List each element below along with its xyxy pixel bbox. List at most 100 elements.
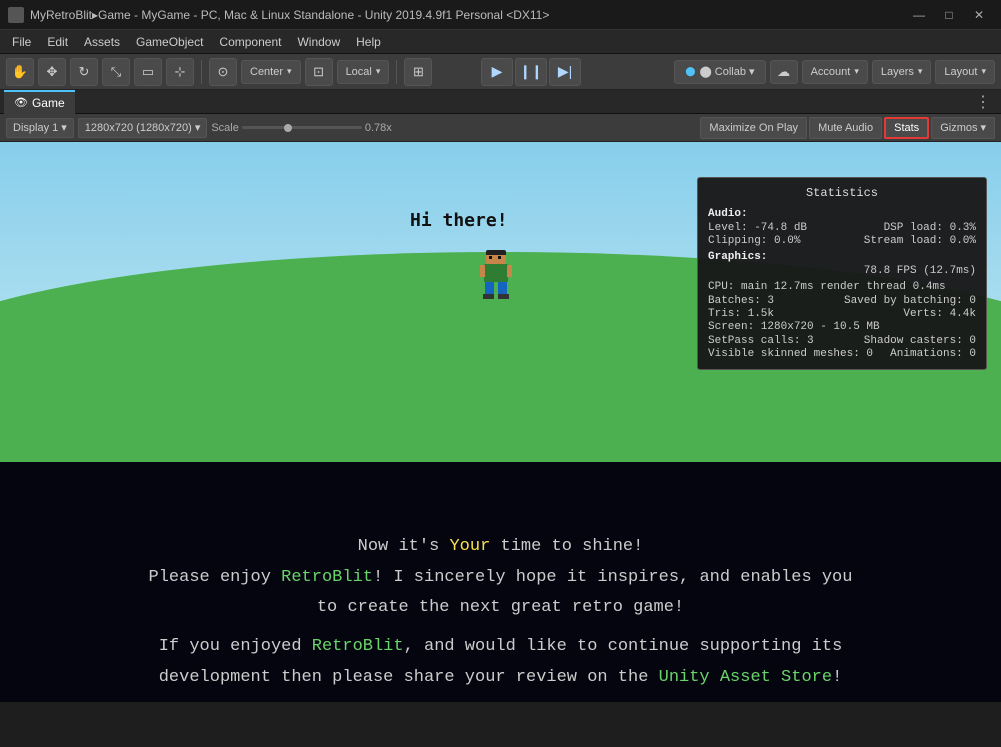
- audio-level-row: Level: -74.8 dB DSP load: 0.3%: [708, 222, 976, 234]
- separator-1: [201, 60, 202, 84]
- layout-arrow: ▾: [981, 66, 986, 77]
- collab-button[interactable]: ⬤ ⬤ Collab ▾: [674, 60, 765, 84]
- gizmos-dropdown[interactable]: Gizmos ▾: [931, 117, 995, 139]
- layout-label: Layout: [944, 66, 977, 78]
- display-dropdown[interactable]: Display 1 ▾: [6, 118, 74, 138]
- game-toolbar: Display 1 ▾ 1280x720 (1280x720) ▾ Scale …: [0, 114, 1001, 142]
- display-selector: Display 1 ▾: [6, 118, 74, 138]
- resolution-selector: 1280x720 (1280x720) ▾: [78, 118, 208, 138]
- skinned-animations-row: Visible skinned meshes: 0 Animations: 0: [708, 348, 976, 360]
- center-dropdown[interactable]: Center ▾: [241, 60, 301, 84]
- scale-slider[interactable]: [242, 126, 362, 129]
- saved-batching: Saved by batching: 0: [844, 295, 976, 307]
- game-line-6: Thank you!: [30, 701, 971, 702]
- fps-display: 78.8 FPS (12.7ms): [708, 265, 976, 277]
- toolbar: ✋ ✥ ↻ ⤡ ▭ ⊹ ⊙ Center ▾ ⊡ Local ▾ ⊞ ▶ ❙❙ …: [0, 54, 1001, 90]
- cpu-row: CPU: main 12.7ms render thread 0.4ms: [708, 281, 976, 293]
- retroblit-highlight-2: RetroBlit: [312, 637, 404, 656]
- gizmos-label: Gizmos: [940, 122, 977, 134]
- local-label: Local: [346, 66, 372, 78]
- character-sprite: [480, 250, 512, 298]
- game-text-content: Now it's Your time to shine! Please enjo…: [0, 462, 1001, 702]
- maximize-label: Maximize On Play: [709, 122, 798, 134]
- title-bar: MyRetroBlit▸Game - MyGame - PC, Mac & Li…: [0, 0, 1001, 30]
- layout-dropdown[interactable]: Layout ▾: [935, 60, 995, 84]
- menu-window[interactable]: Window: [289, 33, 348, 51]
- layers-dropdown[interactable]: Layers ▾: [872, 60, 932, 84]
- setpass-calls: SetPass calls: 3: [708, 335, 814, 347]
- menu-assets[interactable]: Assets: [76, 33, 128, 51]
- account-label: Account: [811, 66, 851, 78]
- menu-edit[interactable]: Edit: [39, 33, 76, 51]
- game-tab-icon: 👁: [14, 96, 28, 109]
- stats-label: Stats: [894, 122, 919, 134]
- resolution-dropdown[interactable]: 1280x720 (1280x720) ▾: [78, 118, 208, 138]
- center-label: Center: [250, 66, 283, 78]
- mute-audio-button[interactable]: Mute Audio: [809, 117, 882, 139]
- unity-asset-store-highlight: Unity Asset Store: [659, 668, 832, 687]
- visible-skinned: Visible skinned meshes: 0: [708, 348, 873, 360]
- layers-label: Layers: [881, 66, 914, 78]
- scale-tool[interactable]: ⤡: [102, 58, 130, 86]
- transform-tool[interactable]: ⊹: [166, 58, 194, 86]
- pause-button[interactable]: ❙❙: [515, 58, 547, 86]
- pivot-btn[interactable]: ⊙: [209, 58, 237, 86]
- game-tab[interactable]: 👁 Game: [4, 90, 75, 114]
- hand-tool[interactable]: ✋: [6, 58, 34, 86]
- game-toolbar-right: Maximize On Play Mute Audio Stats Gizmos…: [700, 117, 995, 139]
- tris-verts-row: Tris: 1.5k Verts: 4.4k: [708, 308, 976, 320]
- menu-gameobject[interactable]: GameObject: [128, 33, 211, 51]
- close-button[interactable]: ✕: [965, 5, 993, 25]
- audio-clipping: Clipping: 0.0%: [708, 235, 800, 247]
- display-arrow: ▾: [61, 121, 67, 134]
- tab-more-button[interactable]: ⋮: [969, 92, 997, 112]
- maximize-button[interactable]: □: [935, 5, 963, 25]
- window-title: MyRetroBlit▸Game - MyGame - PC, Mac & Li…: [30, 8, 905, 22]
- move-tool[interactable]: ✥: [38, 58, 66, 86]
- step-button[interactable]: ▶|: [549, 58, 581, 86]
- menu-file[interactable]: File: [4, 33, 39, 51]
- account-arrow: ▾: [854, 66, 859, 77]
- game-line-3: to create the next great retro game!: [30, 593, 971, 624]
- grid-btn[interactable]: ⊞: [404, 58, 432, 86]
- menu-component[interactable]: Component: [211, 33, 289, 51]
- game-line-1: Now it's Your time to shine!: [30, 532, 971, 563]
- game-tab-label: Game: [32, 96, 65, 110]
- animations: Animations: 0: [890, 348, 976, 360]
- separator-2: [396, 60, 397, 84]
- local-btn[interactable]: ⊡: [305, 58, 333, 86]
- retroblit-highlight-1: RetroBlit: [281, 568, 373, 587]
- display-label: Display 1: [13, 122, 58, 134]
- stats-button[interactable]: Stats: [884, 117, 929, 139]
- maximize-on-play-button[interactable]: Maximize On Play: [700, 117, 807, 139]
- verts: Verts: 4.4k: [903, 308, 976, 320]
- stats-panel: Statistics Audio: Level: -74.8 dB DSP lo…: [697, 177, 987, 370]
- screen-row: Screen: 1280x720 - 10.5 MB: [708, 321, 976, 333]
- audio-level: Level: -74.8 dB: [708, 222, 807, 234]
- minimize-button[interactable]: —: [905, 5, 933, 25]
- graphics-section-title: Graphics:: [708, 251, 976, 263]
- audio-section-title: Audio:: [708, 208, 976, 220]
- toolbar-right: ⬤ ⬤ Collab ▾ ☁ Account ▾ Layers ▾ Layout…: [674, 60, 995, 84]
- rect-tool[interactable]: ▭: [134, 58, 162, 86]
- app-icon: [8, 7, 24, 23]
- center-arrow: ▾: [287, 66, 292, 77]
- batches: Batches: 3: [708, 295, 774, 307]
- rotate-tool[interactable]: ↻: [70, 58, 98, 86]
- collab-label: ⬤ Collab ▾: [699, 65, 754, 78]
- layers-arrow: ▾: [918, 66, 923, 77]
- scale-thumb: [284, 124, 292, 132]
- mute-label: Mute Audio: [818, 122, 873, 134]
- account-dropdown[interactable]: Account ▾: [802, 60, 868, 84]
- speech-bubble: Hi there!: [410, 210, 508, 231]
- game-line-5: development then please share your revie…: [30, 663, 971, 694]
- game-tab-bar: 👁 Game ⋮: [0, 90, 1001, 114]
- local-arrow: ▾: [376, 66, 381, 77]
- scale-value: 0.78x: [365, 122, 392, 134]
- cloud-button[interactable]: ☁: [770, 60, 798, 84]
- local-dropdown[interactable]: Local ▾: [337, 60, 390, 84]
- play-button[interactable]: ▶: [481, 58, 513, 86]
- stats-title: Statistics: [708, 186, 976, 200]
- menu-help[interactable]: Help: [348, 33, 389, 51]
- shadow-casters: Shadow casters: 0: [864, 335, 976, 347]
